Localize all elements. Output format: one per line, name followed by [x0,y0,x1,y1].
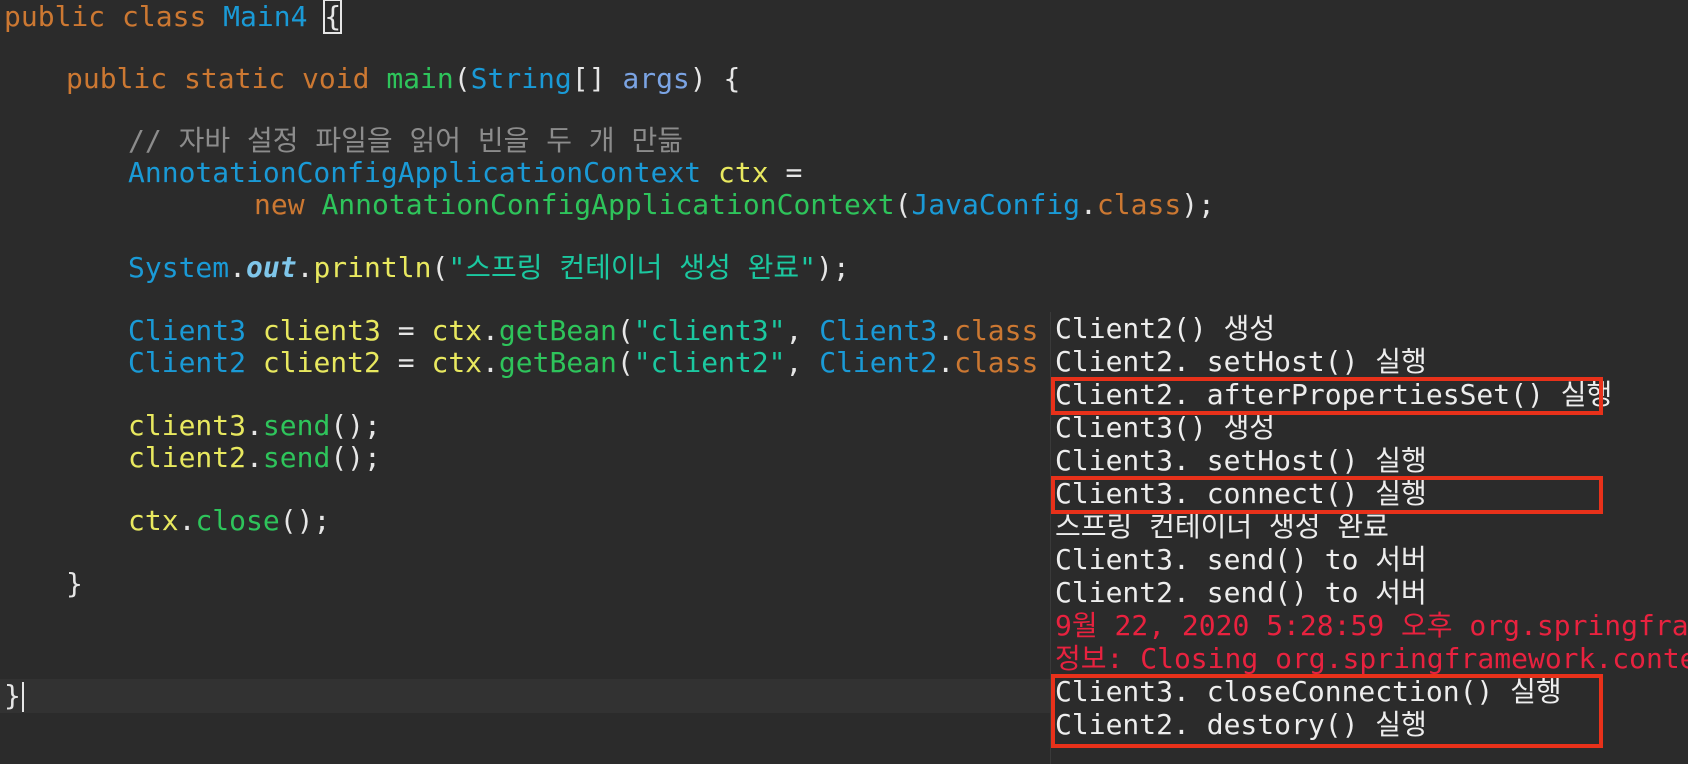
code-line-method-close[interactable]: } [66,567,83,601]
variable: ctx [431,346,483,379]
variable: ctx [718,156,769,189]
code-line-close[interactable]: ctx.close(); [128,504,330,538]
class-name: Main4 [223,0,308,33]
console-error-line: 정보: Closing org.springframework.contex [1055,642,1688,675]
constructor-name: AnnotationConfigApplicationContext [321,188,895,221]
keyword: class [954,314,1039,347]
console-line: Client3() 생성 [1055,411,1276,444]
code-line-client2-decl[interactable]: Client2 client2 = ctx.getBean("client2",… [128,346,1038,380]
console-line: Client3. setHost() 실행 [1055,444,1427,477]
console-line: Client3. send() to 서버 [1055,543,1427,576]
variable: client3 [128,409,247,442]
type-name: Client2 [128,346,247,379]
method-call: getBean [498,346,617,379]
keyword: new [254,188,305,221]
console-line: 스프링 컨테이너 생성 완료 [1055,510,1389,543]
class-name: Client3 [819,314,938,347]
highlight-box-after-properties-set [1051,377,1603,415]
variable: ctx [128,504,179,537]
keyword: public [4,0,106,33]
code-line-main-decl[interactable]: public static void main(String[] args) { [66,62,740,96]
keyword: class [122,0,207,33]
console-line: Client2. send() to 서버 [1055,576,1427,609]
keyword: static [184,62,286,95]
keyword: void [302,62,370,95]
code-line-class-close[interactable]: } [4,679,24,713]
method-call: send [262,441,331,474]
console-error-line: 9월 22, 2020 5:28:59 오후 org.springfram [1055,609,1688,642]
code-line-ctx-new[interactable]: new AnnotationConfigApplicationContext(J… [254,188,1215,222]
method-call: println [313,251,432,284]
variable: client2 [128,441,247,474]
closing-brace: } [4,679,21,712]
variable: client2 [262,346,381,379]
class-name: JavaConfig [911,188,1081,221]
method-call: send [262,409,331,442]
keyword: class [954,346,1039,379]
param-name: args [622,62,690,95]
code-line-class-decl[interactable]: public class Main4 { [4,0,343,34]
param-type: String [470,62,572,95]
code-line-println[interactable]: System.out.println("스프링 컨테이너 생성 완료"); [128,251,850,285]
string-literal: "스프링 컨테이너 생성 완료" [448,251,816,284]
method-call: getBean [498,314,617,347]
type-name: AnnotationConfigApplicationContext [128,156,702,189]
keyword: class [1096,188,1182,221]
method-call: close [195,504,280,537]
variable: ctx [431,314,483,347]
variable: client3 [262,314,381,347]
class-name: Client2 [819,346,938,379]
console-line: Client2() 생성 [1055,312,1276,345]
highlight-box-connect [1051,476,1603,514]
code-line-client3-decl[interactable]: Client3 client3 = ctx.getBean("client3",… [128,314,1038,348]
class-name: System [128,251,230,284]
console-output-panel[interactable]: Client2() 생성 Client2. setHost() 실행 Clien… [1050,312,1688,764]
code-line-send2[interactable]: client2.send(); [128,441,381,475]
string-literal: "client2" [633,346,786,379]
code-comment: // 자바 설정 파일을 읽어 빈을 두 개 만듦 [128,124,683,157]
static-field: out [246,251,297,284]
console-line: Client2. setHost() 실행 [1055,345,1427,378]
highlight-box-destroy-callbacks [1051,674,1603,748]
string-literal: "client3" [633,314,786,347]
method-name: main [386,62,454,95]
keyword: public [66,62,168,95]
code-line-comment[interactable]: // 자바 설정 파일을 읽어 빈을 두 개 만듦 [128,124,683,158]
code-line-ctx-decl[interactable]: AnnotationConfigApplicationContext ctx = [128,156,802,190]
code-line-send3[interactable]: client3.send(); [128,409,381,443]
text-caret [21,682,24,712]
closing-brace: } [66,567,83,600]
matched-brace: { [323,0,343,34]
type-name: Client3 [128,314,247,347]
